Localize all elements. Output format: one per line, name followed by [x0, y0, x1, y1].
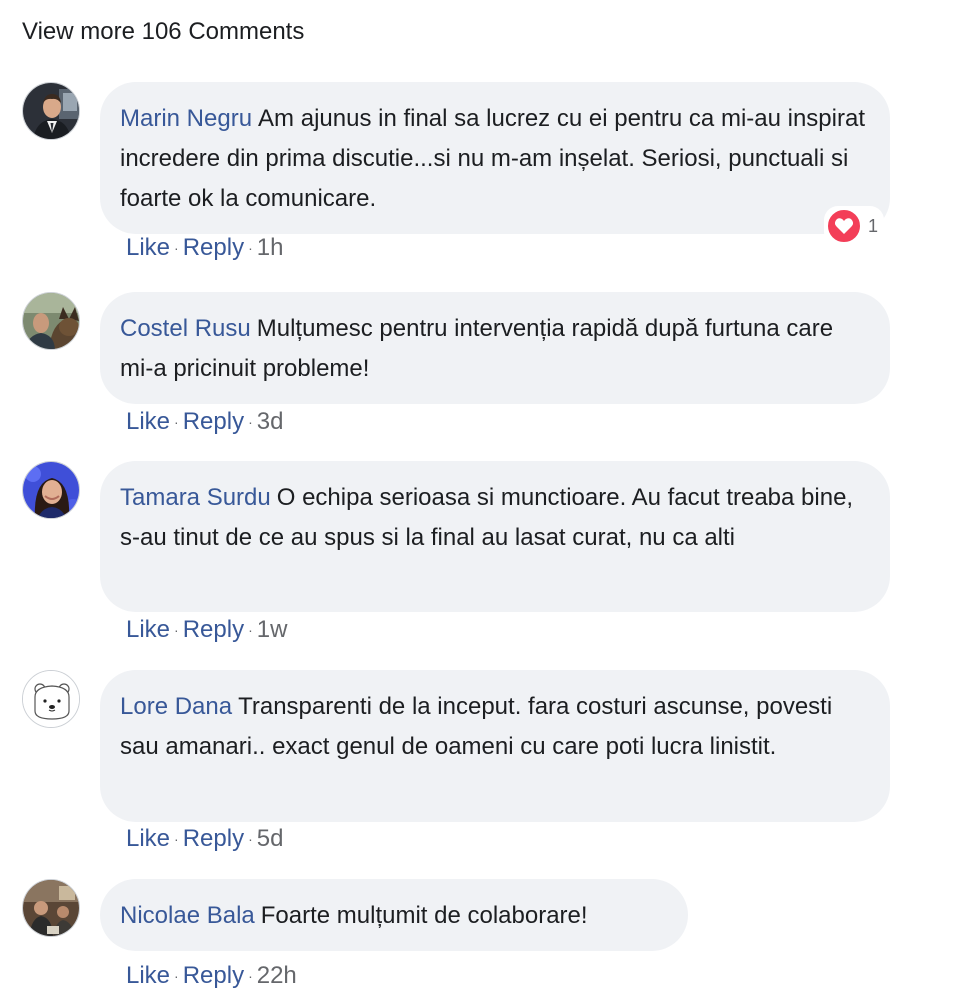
avatar[interactable] — [22, 879, 80, 937]
reply-button[interactable]: Reply — [183, 234, 244, 261]
reply-button[interactable]: Reply — [183, 408, 244, 435]
comment-bubble: Tamara Surdu O echipa serioasa si munctio… — [100, 461, 890, 612]
comment-author[interactable]: Costel Rusu — [120, 315, 251, 342]
comment-actions: Like · Reply · 1h — [126, 234, 283, 262]
comment-bubble: Lore Dana Transparenti de la inceput. far… — [100, 670, 890, 822]
comment-author[interactable]: Tamara Surdu — [120, 484, 271, 511]
comment-actions: Like · Reply · 1w — [126, 616, 287, 644]
comment-timestamp[interactable]: 3d — [257, 408, 284, 435]
comment-timestamp[interactable]: 22h — [257, 962, 297, 989]
like-button[interactable]: Like — [126, 962, 170, 989]
comment-bubble: Nicolae Bala Foarte mulțumit de colaborar… — [100, 879, 688, 951]
separator: · — [174, 622, 179, 638]
reaction-summary[interactable]: 1 — [824, 206, 885, 246]
avatar[interactable] — [22, 670, 80, 728]
like-button[interactable]: Like — [126, 408, 170, 435]
comment-author[interactable]: Nicolae Bala — [120, 902, 255, 929]
comment-text: Foarte mulțumit de colaborare! — [260, 902, 588, 929]
separator: · — [174, 831, 179, 847]
comment-timestamp[interactable]: 5d — [257, 825, 284, 852]
like-button[interactable]: Like — [126, 825, 170, 852]
separator: · — [174, 414, 179, 430]
avatar[interactable] — [22, 82, 80, 140]
separator: · — [248, 831, 253, 847]
comment-bubble: Marin Negru Am ajunus in final sa lucrez … — [100, 82, 890, 234]
avatar[interactable] — [22, 292, 80, 350]
comment-actions: Like · Reply · 3d — [126, 408, 283, 436]
like-button[interactable]: Like — [126, 616, 170, 643]
separator: · — [248, 414, 253, 430]
separator: · — [248, 622, 253, 638]
reaction-count: 1 — [868, 215, 879, 236]
comment-actions: Like · Reply · 22h — [126, 962, 297, 990]
reply-button[interactable]: Reply — [183, 962, 244, 989]
profile-photo-icon — [23, 293, 79, 349]
profile-photo-icon — [23, 83, 79, 139]
comment-actions: Like · Reply · 5d — [126, 825, 283, 853]
avatar[interactable] — [22, 461, 80, 519]
separator: · — [248, 968, 253, 984]
view-more-comments-link[interactable]: View more 106 Comments — [22, 18, 304, 46]
comment-bubble: Costel Rusu Mulțumesc pentru intervenția … — [100, 292, 890, 404]
reply-button[interactable]: Reply — [183, 825, 244, 852]
profile-photo-icon — [23, 462, 79, 518]
polar-bear-icon — [23, 671, 79, 727]
separator: · — [174, 968, 179, 984]
comment-timestamp[interactable]: 1h — [257, 234, 284, 261]
comment-author[interactable]: Lore Dana — [120, 693, 232, 720]
separator: · — [248, 240, 253, 256]
separator: · — [174, 240, 179, 256]
like-button[interactable]: Like — [126, 234, 170, 261]
reply-button[interactable]: Reply — [183, 616, 244, 643]
love-reaction-icon — [826, 208, 862, 244]
comment-author[interactable]: Marin Negru — [120, 105, 252, 132]
comment-timestamp[interactable]: 1w — [257, 616, 288, 643]
profile-photo-icon — [23, 880, 79, 936]
